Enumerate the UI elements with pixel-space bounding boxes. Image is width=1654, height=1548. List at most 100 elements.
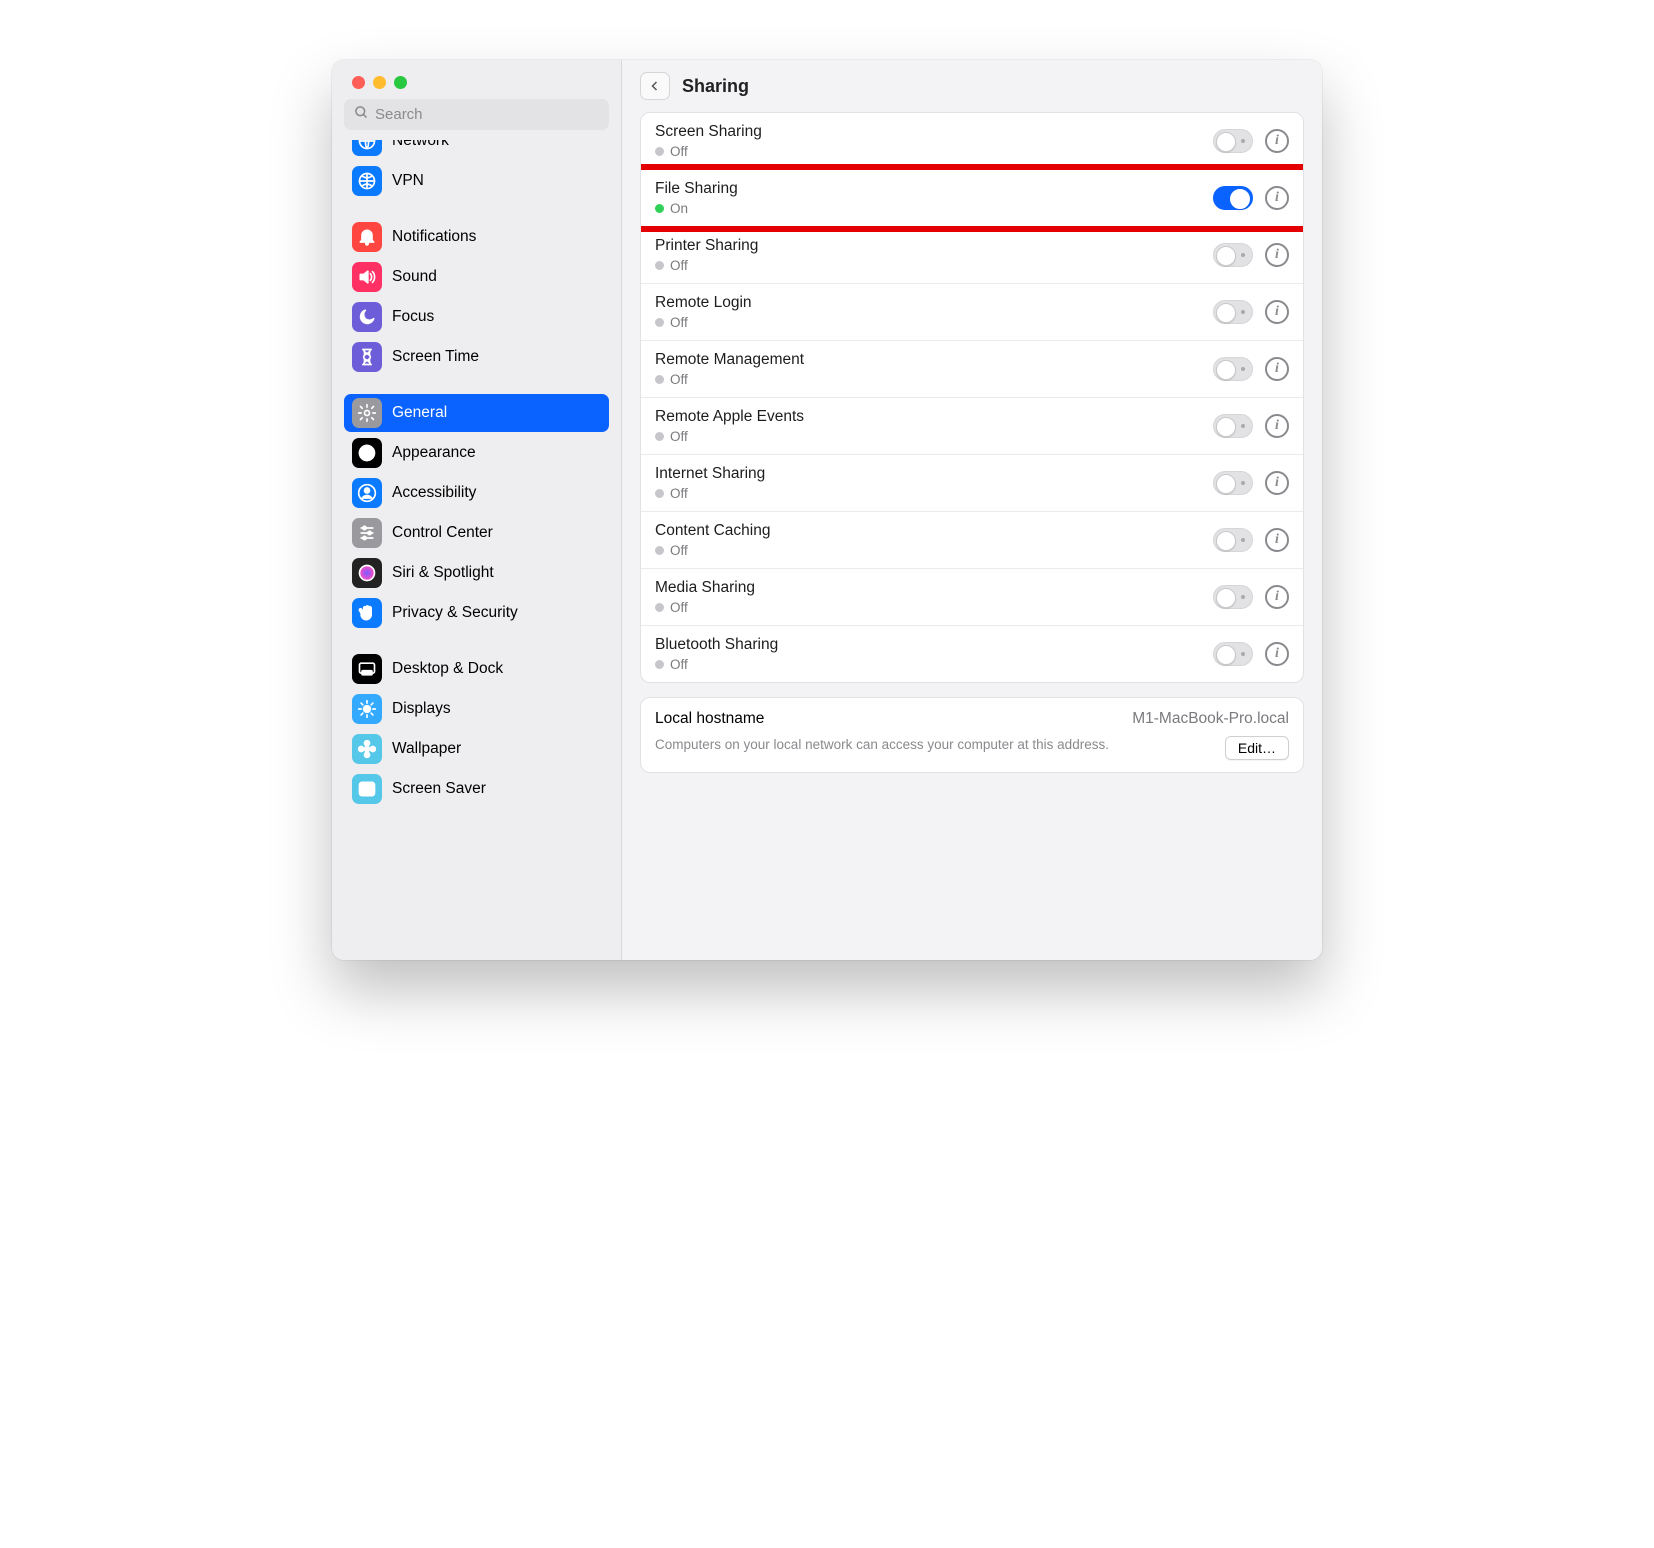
sidebar-item-label: Focus (392, 308, 434, 326)
search-field[interactable] (344, 99, 609, 130)
person-icon (352, 478, 382, 508)
status-label: Off (670, 486, 688, 501)
sidebar-item-label: Sound (392, 268, 437, 286)
sidebar-item-label: Screen Saver (392, 780, 486, 798)
service-row-remote-management: Remote ManagementOffi (641, 341, 1303, 398)
back-button[interactable] (640, 72, 670, 100)
service-row-remote-apple-events: Remote Apple EventsOffi (641, 398, 1303, 455)
search-input[interactable] (375, 106, 599, 123)
sidebar-item-focus[interactable]: Focus (344, 298, 609, 336)
sidebar-item-label: Network (392, 140, 449, 150)
toggle-file-sharing[interactable] (1213, 186, 1253, 210)
sun-icon (352, 694, 382, 724)
service-title: Remote Login (655, 294, 1213, 312)
sidebar-item-control-center[interactable]: Control Center (344, 514, 609, 552)
service-title: Content Caching (655, 522, 1213, 540)
toggle-remote-login[interactable] (1213, 300, 1253, 324)
sidebar-item-wallpaper[interactable]: Wallpaper (344, 730, 609, 768)
moon-icon (352, 302, 382, 332)
toggle-content-caching[interactable] (1213, 528, 1253, 552)
sidebar-item-notifications[interactable]: Notifications (344, 218, 609, 256)
flower-icon (352, 734, 382, 764)
info-button-remote-login[interactable]: i (1265, 300, 1289, 324)
info-button-printer-sharing[interactable]: i (1265, 243, 1289, 267)
system-settings-window: Network VPN Notifications Sound Focus Screen … (332, 60, 1322, 960)
toggle-media-sharing[interactable] (1213, 585, 1253, 609)
sidebar-item-label: Wallpaper (392, 740, 461, 758)
sidebar-item-appearance[interactable]: Appearance (344, 434, 609, 472)
service-title: Screen Sharing (655, 123, 1213, 141)
status-dot-icon (655, 432, 664, 441)
status-dot-icon (655, 318, 664, 327)
info-button-remote-management[interactable]: i (1265, 357, 1289, 381)
status-label: Off (670, 600, 688, 615)
toggle-bluetooth-sharing[interactable] (1213, 642, 1253, 666)
service-title: File Sharing (655, 180, 1213, 198)
info-button-bluetooth-sharing[interactable]: i (1265, 642, 1289, 666)
dock-icon (352, 654, 382, 684)
sidebar-item-general[interactable]: General (344, 394, 609, 432)
sidebar-item-screen-time[interactable]: Screen Time (344, 338, 609, 376)
content-area[interactable]: Screen SharingOffiFile SharingOniPrinter… (622, 108, 1322, 960)
info-button-remote-apple-events[interactable]: i (1265, 414, 1289, 438)
status-dot-icon (655, 603, 664, 612)
sidebar-item-label: VPN (392, 172, 424, 190)
speaker-icon (352, 262, 382, 292)
wave-icon (352, 774, 382, 804)
info-button-screen-sharing[interactable]: i (1265, 129, 1289, 153)
info-button-file-sharing[interactable]: i (1265, 186, 1289, 210)
main-panel: Sharing Screen SharingOffiFile SharingOn… (622, 60, 1322, 960)
sliders-icon (352, 518, 382, 548)
sidebar-item-displays[interactable]: Displays (344, 690, 609, 728)
sidebar-item-accessibility[interactable]: Accessibility (344, 474, 609, 512)
main-header: Sharing (622, 60, 1322, 108)
status-label: Off (670, 258, 688, 273)
maximize-window-button[interactable] (394, 76, 407, 89)
sidebar-item-label: Accessibility (392, 484, 476, 502)
service-row-file-sharing: File SharingOni (641, 170, 1303, 227)
sidebar-item-vpn[interactable]: VPN (344, 162, 609, 200)
hand-icon (352, 598, 382, 628)
sidebar-item-label: Privacy & Security (392, 604, 518, 622)
globe-icon (352, 140, 382, 156)
globe-grid-icon (352, 166, 382, 196)
sidebar-item-label: Screen Time (392, 348, 479, 366)
sidebar-item-network[interactable]: Network (344, 140, 609, 160)
sidebar-item-privacy-security[interactable]: Privacy & Security (344, 594, 609, 632)
bell-icon (352, 222, 382, 252)
toggle-remote-apple-events[interactable] (1213, 414, 1253, 438)
status-dot-icon (655, 375, 664, 384)
minimize-window-button[interactable] (373, 76, 386, 89)
status-dot-icon (655, 546, 664, 555)
sidebar-item-label: General (392, 404, 447, 422)
service-title: Remote Management (655, 351, 1213, 369)
toggle-internet-sharing[interactable] (1213, 471, 1253, 495)
contrast-icon (352, 438, 382, 468)
toggle-printer-sharing[interactable] (1213, 243, 1253, 267)
toggle-screen-sharing[interactable] (1213, 129, 1253, 153)
info-button-media-sharing[interactable]: i (1265, 585, 1289, 609)
service-row-content-caching: Content Caching Off i (641, 512, 1303, 569)
sidebar-list[interactable]: Network VPN Notifications Sound Focus Screen … (332, 140, 621, 960)
hostname-panel: Local hostname M1-MacBook-Pro.local Comp… (640, 697, 1304, 773)
close-window-button[interactable] (352, 76, 365, 89)
service-title: Bluetooth Sharing (655, 636, 1213, 654)
status-label: Off (670, 144, 688, 159)
status-label: Off (670, 543, 688, 558)
info-button-content-caching[interactable]: i (1265, 528, 1289, 552)
hourglass-icon (352, 342, 382, 372)
service-row-remote-login: Remote LoginOffi (641, 284, 1303, 341)
sidebar-item-sound[interactable]: Sound (344, 258, 609, 296)
sidebar-item-label: Siri & Spotlight (392, 564, 494, 582)
info-button-internet-sharing[interactable]: i (1265, 471, 1289, 495)
hostname-label: Local hostname (655, 710, 1132, 728)
status-label: Off (670, 429, 688, 444)
sidebar-item-screen-saver[interactable]: Screen Saver (344, 770, 609, 808)
page-title: Sharing (682, 76, 749, 97)
sidebar-item-desktop-dock[interactable]: Desktop & Dock (344, 650, 609, 688)
service-row-printer-sharing: Printer SharingOffi (641, 227, 1303, 284)
toggle-remote-management[interactable] (1213, 357, 1253, 381)
service-row-bluetooth-sharing: Bluetooth SharingOffi (641, 626, 1303, 682)
sidebar-item-siri-spotlight[interactable]: Siri & Spotlight (344, 554, 609, 592)
edit-hostname-button[interactable]: Edit… (1225, 736, 1289, 760)
